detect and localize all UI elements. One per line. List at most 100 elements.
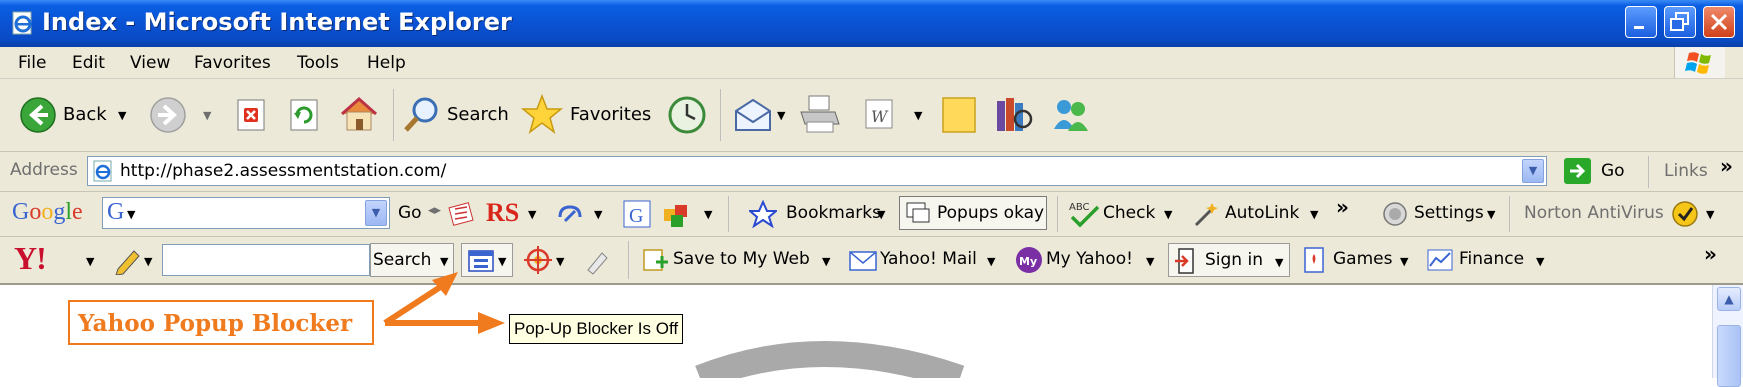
mail-button[interactable] [733,95,773,135]
save-to-web-icon [643,249,668,271]
yahoo-mail-button[interactable]: Yahoo! Mail [880,249,977,269]
menu-edit[interactable]: Edit [72,53,105,73]
news-icon[interactable] [447,199,477,229]
print-button[interactable] [797,92,843,138]
home-button[interactable] [338,94,380,134]
pencil-icon[interactable] [112,245,144,275]
mail-dropdown-icon[interactable]: ▼ [777,109,785,122]
restore-button[interactable] [1664,6,1696,38]
research-button[interactable] [993,93,1035,135]
address-field[interactable]: http://phase2.assessmentstation.com/ ▼ [87,156,1547,186]
my-yahoo-button[interactable]: My Yahoo! [1046,249,1133,269]
minimize-button[interactable] [1625,6,1657,38]
crosshair-target-icon[interactable] [523,245,553,275]
toolbar-separator [1509,196,1511,232]
highlighter-icon[interactable] [582,245,612,275]
back-button[interactable]: Back [14,95,132,135]
links-overflow-icon[interactable]: » [1720,154,1733,178]
google-search-input[interactable]: G ▼ ▼ [102,197,390,229]
back-dropdown-icon[interactable]: ▼ [118,109,126,122]
rs-dropdown-icon[interactable]: ▼ [528,208,536,221]
norton-dropdown-icon[interactable]: ▼ [1706,208,1714,221]
target-dropdown-icon[interactable]: ▼ [556,255,564,268]
menu-view[interactable]: View [130,53,170,73]
envelope-icon [735,98,771,131]
menu-favorites[interactable]: Favorites [194,53,271,73]
games-dropdown-icon[interactable]: ▼ [1400,255,1408,268]
back-label: Back [63,104,107,125]
yahoo-logo[interactable]: Y! [14,240,47,277]
google-history-dropdown-icon[interactable]: ▼ [365,200,387,226]
scroll-up-arrow-icon[interactable]: ▲ [1717,287,1741,311]
bookmarks-button[interactable]: Bookmarks [786,203,881,223]
yahoo-overflow-icon[interactable]: » [1704,242,1717,266]
rs-button[interactable]: RS [486,198,519,228]
popup-blocker-dropdown-icon[interactable]: ▼ [498,255,506,268]
puzzle-icon[interactable] [661,199,691,229]
ie-page-icon [93,160,112,182]
favorites-button[interactable]: Favorites [520,93,651,135]
bookmarks-dropdown-icon[interactable]: ▼ [877,208,885,221]
spellcheck-link-icon[interactable] [555,199,585,229]
history-button[interactable] [666,95,708,135]
popups-okay-button[interactable]: Popups okay [899,196,1047,230]
go-button[interactable]: Go [1563,157,1637,187]
toolbar-separator [393,89,395,141]
sign-in-dropdown-icon[interactable]: ▼ [1275,256,1283,269]
save-dropdown-icon[interactable]: ▼ [822,255,830,268]
forward-button[interactable] [148,95,192,135]
google-overflow-icon[interactable]: » [1336,195,1349,219]
notes-button[interactable] [940,95,978,135]
menu-help[interactable]: Help [367,53,406,73]
vertical-scrollbar[interactable]: ▲ [1712,285,1743,387]
settings-dropdown-icon[interactable]: ▼ [1487,208,1495,221]
games-button[interactable]: Games [1333,249,1392,269]
address-bar: Address http://phase2.assessmentstation.… [0,152,1743,192]
autolink-button[interactable]: AutoLink [1225,203,1299,223]
address-label: Address [10,160,78,180]
resize-handle-icon[interactable]: ◂▸ [428,203,441,218]
my-yahoo-dropdown-icon[interactable]: ▼ [1146,255,1154,268]
finance-button[interactable]: Finance [1459,249,1524,269]
messenger-button[interactable] [1050,93,1092,135]
finance-dropdown-icon[interactable]: ▼ [1536,255,1544,268]
yahoo-search-label: Search [373,250,432,270]
norton-shield-icon[interactable] [1670,199,1700,229]
search-button[interactable]: Search [402,95,509,135]
yahoo-search-dropdown-icon[interactable]: ▼ [440,255,448,268]
popup-blocker-button[interactable]: ▼ [461,243,513,277]
google-menu-dropdown-icon[interactable]: ▼ [127,208,135,221]
door-sign-in-icon [1175,248,1194,274]
edit-dropdown-icon[interactable]: ▼ [914,109,922,122]
check-button[interactable]: Check [1103,203,1155,223]
yahoo-logo-dropdown-icon[interactable]: ▼ [86,255,94,268]
link-dropdown-icon[interactable]: ▼ [594,208,602,221]
menu-file[interactable]: File [18,53,46,73]
google-search-site-icon[interactable]: G [622,199,652,229]
check-dropdown-icon[interactable]: ▼ [1164,208,1172,221]
mail-dropdown-icon[interactable]: ▼ [987,255,995,268]
autolink-dropdown-icon[interactable]: ▼ [1310,208,1318,221]
menu-tools[interactable]: Tools [297,53,339,73]
toolbar-separator [628,241,630,279]
stop-button[interactable] [234,97,270,133]
mail-envelope-icon [849,251,877,271]
address-dropdown-icon[interactable]: ▼ [1522,159,1544,183]
puzzle-dropdown-icon[interactable]: ▼ [704,208,712,221]
links-label[interactable]: Links [1664,161,1708,181]
pencil-dropdown-icon[interactable]: ▼ [144,255,152,268]
settings-radio-icon [1383,202,1407,226]
yahoo-search-input[interactable] [162,244,370,276]
settings-button[interactable]: Settings [1414,203,1484,223]
save-to-my-web-button[interactable]: Save to My Web [673,249,810,269]
norton-antivirus-label: Norton AntiVirus [1524,203,1664,223]
ie-page-icon [12,11,32,35]
google-go-button[interactable]: Go [398,203,422,223]
refresh-button[interactable] [287,97,323,133]
sign-in-button[interactable]: Sign in ▼ [1168,243,1290,277]
close-button[interactable] [1703,6,1735,38]
star-icon [520,93,564,134]
my-yahoo-icon: My [1016,247,1042,273]
forward-dropdown-icon[interactable]: ▼ [203,109,211,122]
edit-word-button[interactable]: W [862,97,896,131]
